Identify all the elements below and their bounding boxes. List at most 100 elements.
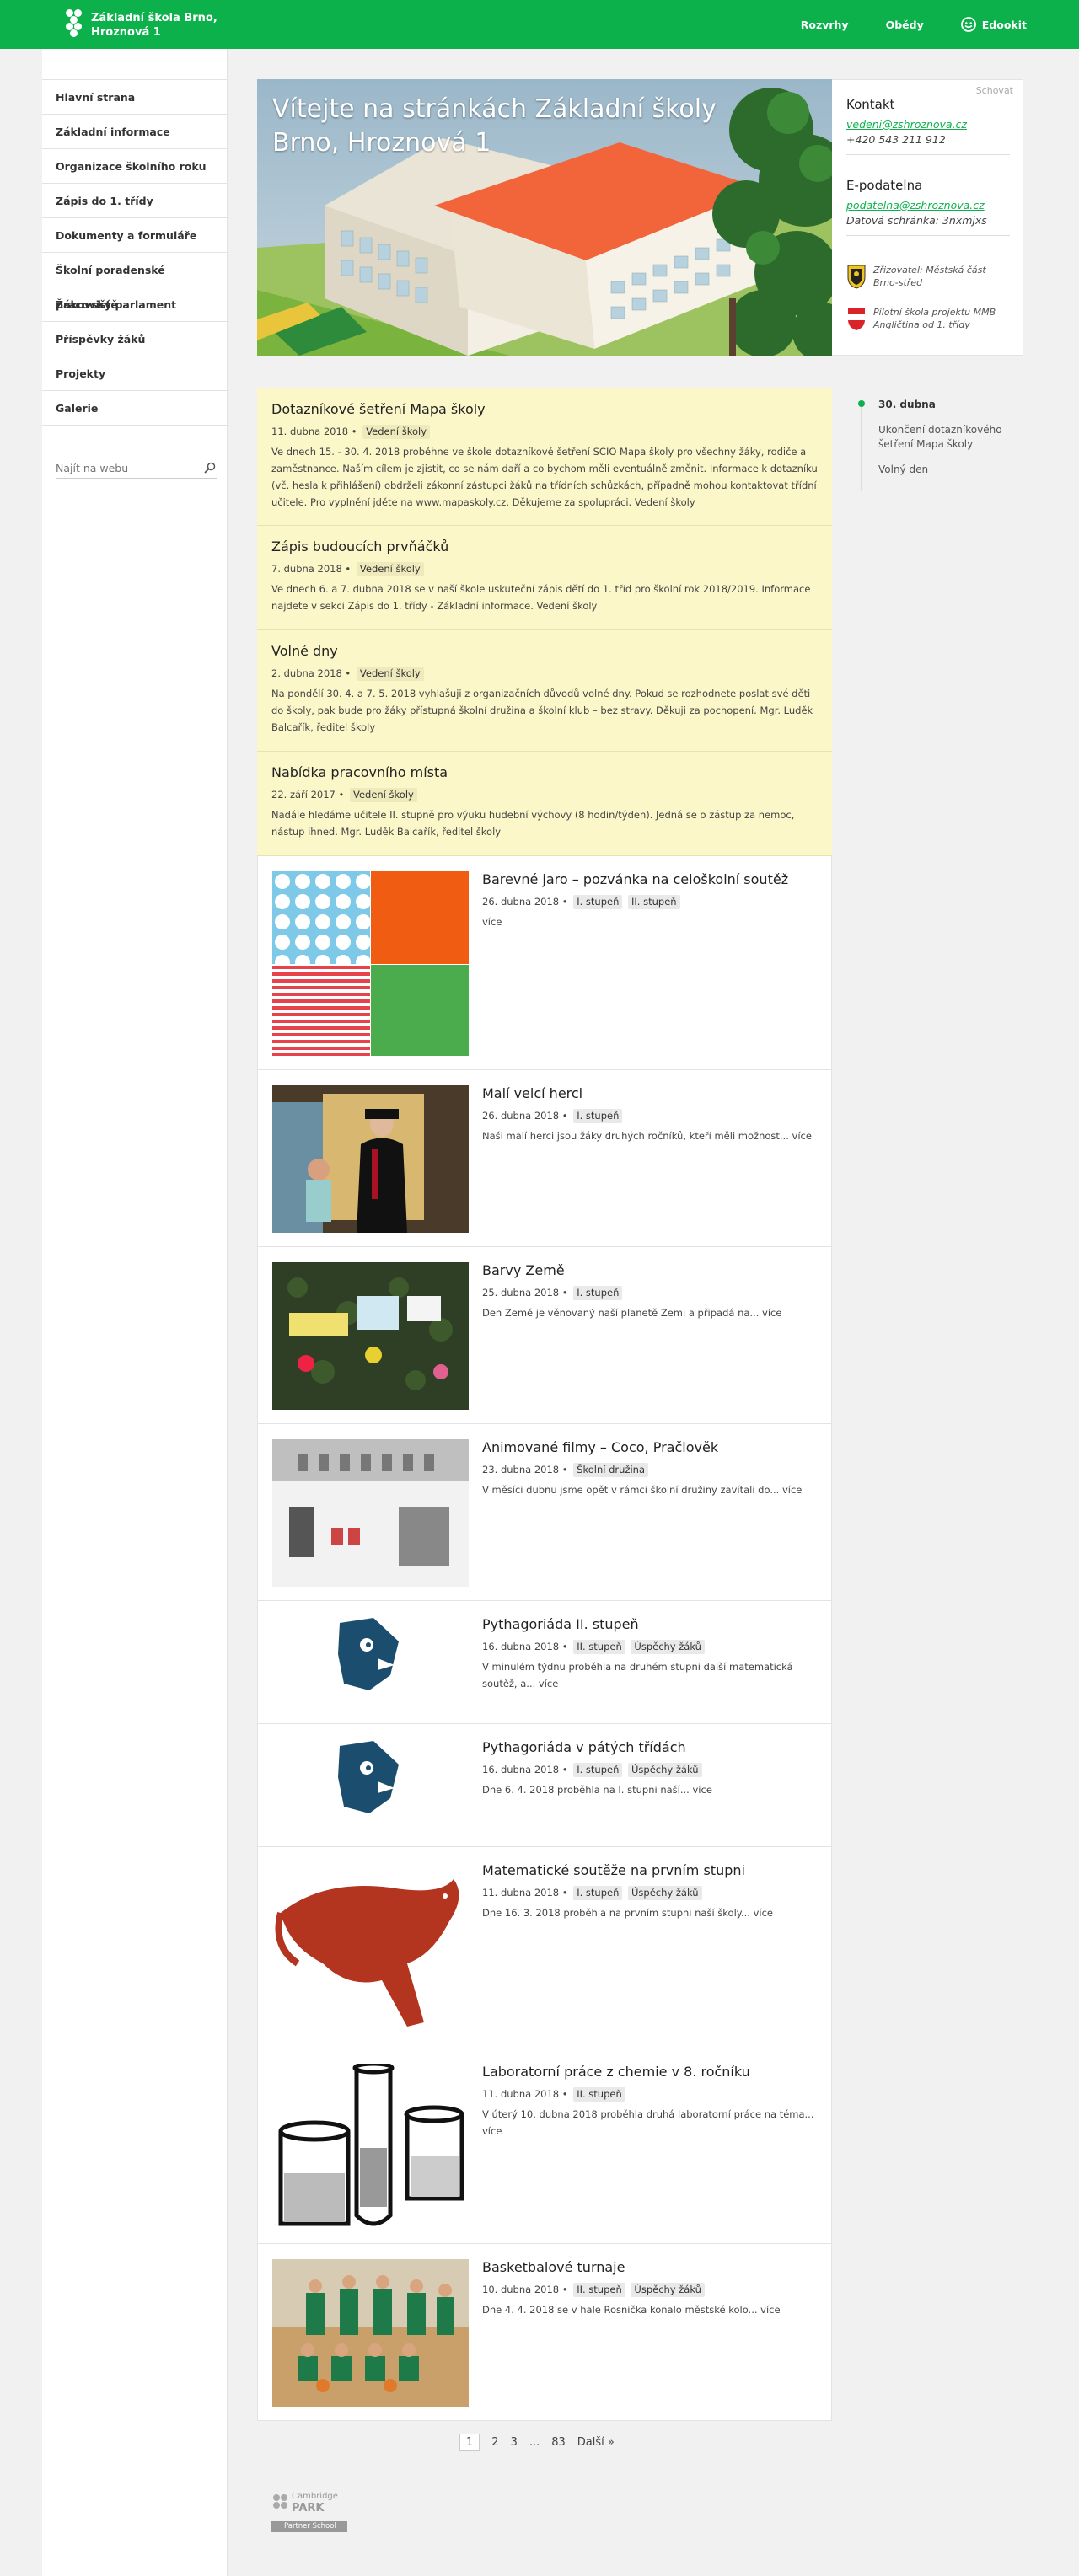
notice-tag[interactable]: Vedení školy	[356, 562, 424, 576]
theatre-photo-image[interactable]	[272, 1085, 469, 1236]
notice-title[interactable]: Dotazníkové šetření Mapa školy	[271, 401, 818, 417]
notice-tag[interactable]: Vedení školy	[356, 667, 424, 681]
article-tag[interactable]: I. stupeň	[573, 1763, 623, 1777]
article-excerpt[interactable]: Dne 4. 4. 2018 se v hale Rosnička konalo…	[482, 2301, 819, 2318]
polka-dot-collage-image[interactable]	[272, 871, 469, 1059]
article-tag[interactable]: Úspěchy žáků	[631, 2283, 705, 2297]
sidebar-item-organizace[interactable]: Organizace školního roku	[42, 149, 227, 184]
article-date: 11. dubna 2018	[482, 2088, 560, 2100]
hide-button[interactable]: Schovat	[976, 85, 1013, 96]
sidebar-item-zapis[interactable]: Zápis do 1. třídy	[42, 184, 227, 218]
notice-item[interactable]: Nabídka pracovního místa 22. září 2017 •…	[257, 752, 832, 856]
article-item[interactable]: Pythagoriáda II. stupeň 16. dubna 2018 •…	[257, 1601, 832, 1724]
article-excerpt[interactable]: Dne 16. 3. 2018 proběhla na prvním stupn…	[482, 1904, 819, 1921]
next-page-button[interactable]: Další »	[577, 2436, 615, 2449]
article-tag[interactable]: I. stupeň	[573, 895, 623, 909]
article-title[interactable]: Barevné jaro – pozvánka na celoškolní so…	[482, 871, 819, 887]
article-meta: 11. dubna 2018 • I. stupeň Úspěchy žáků	[482, 1886, 819, 1900]
page-2-button[interactable]: 2	[491, 2436, 498, 2449]
article-item[interactable]: Barvy Země 25. dubna 2018 • I. stupeň De…	[257, 1247, 832, 1424]
sidebar-item-poradenske[interactable]: Školní poradenské pracoviště	[42, 253, 227, 311]
article-excerpt[interactable]: V měsíci dubnu jsme opět v rámci školní …	[482, 1481, 819, 1498]
notice-title[interactable]: Zápis budoucích prvňáčků	[271, 538, 818, 554]
article-excerpt[interactable]: více	[482, 913, 819, 930]
article-tag[interactable]: Úspěchy žáků	[628, 1763, 702, 1777]
notice-tag[interactable]: Vedení školy	[349, 788, 417, 802]
notice-title[interactable]: Nabídka pracovního místa	[271, 764, 818, 780]
article-excerpt[interactable]: Den Země je věnovaný naší planetě Zemi a…	[482, 1304, 819, 1321]
article-body: Pythagoriáda II. stupeň 16. dubna 2018 •…	[482, 1616, 819, 1692]
article-tag[interactable]: II. stupeň	[573, 2087, 625, 2102]
timeline-event[interactable]: Ukončení dotazníkového šetření Mapa škol…	[878, 423, 1013, 452]
nav-rozvrhy[interactable]: Rozvrhy	[801, 19, 849, 31]
article-title[interactable]: Laboratorní práce z chemie v 8. ročníku	[482, 2064, 819, 2080]
pilot-school-badge[interactable]: Pilotní škola projektu MMB Angličtina od…	[846, 306, 1008, 331]
notice-item[interactable]: Zápis budoucích prvňáčků 7. dubna 2018 •…	[257, 526, 832, 630]
article-body: Pythagoriáda v pátých třídách 16. dubna …	[482, 1739, 819, 1798]
cambridge-park-logo[interactable]: Cambridge PARK Partner School	[271, 2492, 347, 2533]
notice-tag[interactable]: Vedení školy	[362, 425, 431, 439]
timeline-event[interactable]: Volný den	[878, 463, 1013, 477]
article-item[interactable]: Matematické soutěže na prvním stupni 11.…	[257, 1847, 832, 2048]
article-item[interactable]: Pythagoriáda v pátých třídách 16. dubna …	[257, 1724, 832, 1847]
lucerna-cinema-image[interactable]	[272, 1439, 469, 1590]
article-title[interactable]: Matematické soutěže na prvním stupni	[482, 1862, 819, 1878]
sidebar-item-parlament[interactable]: Žákovský parlament	[42, 287, 227, 322]
sidebar-item-galerie[interactable]: Galerie	[42, 391, 227, 426]
article-tag[interactable]: II. stupeň	[573, 2283, 625, 2297]
contact-email-link[interactable]: vedeni@zshroznova.cz	[846, 117, 1010, 132]
pythagoriada-logo-image[interactable]	[272, 1616, 469, 1714]
article-tag[interactable]: II. stupeň	[628, 895, 680, 909]
article-title[interactable]: Pythagoriáda II. stupeň	[482, 1616, 819, 1632]
article-title[interactable]: Malí velcí herci	[482, 1085, 819, 1101]
article-item[interactable]: Barevné jaro – pozvánka na celoškolní so…	[257, 856, 832, 1070]
article-tag[interactable]: I. stupeň	[573, 1286, 623, 1300]
notice-item[interactable]: Dotazníkové šetření Mapa školy 11. dubna…	[257, 388, 832, 526]
nav-obedy-label: Obědy	[885, 18, 924, 31]
article-tag[interactable]: Úspěchy žáků	[631, 1640, 705, 1654]
article-excerpt[interactable]: V minulém týdnu proběhla na druhém stupn…	[482, 1658, 819, 1692]
article-tag[interactable]: II. stupeň	[573, 1640, 625, 1654]
article-tag[interactable]: Úspěchy žáků	[628, 1886, 702, 1900]
page-1-button[interactable]: 1	[459, 2434, 480, 2451]
sidebar-item-hlavni-strana[interactable]: Hlavní strana	[42, 80, 227, 115]
brno-shield-icon	[848, 308, 865, 330]
sidebar-item-dokumenty[interactable]: Dokumenty a formuláře	[42, 218, 227, 253]
article-item[interactable]: Malí velcí herci 26. dubna 2018 • I. stu…	[257, 1070, 832, 1247]
article-tag[interactable]: I. stupeň	[573, 1886, 623, 1900]
sidebar-item-projekty[interactable]: Projekty	[42, 356, 227, 391]
article-tag[interactable]: Školní družina	[573, 1463, 649, 1477]
article-excerpt[interactable]: Naši malí herci jsou žáky druhých ročník…	[482, 1127, 819, 1144]
article-item[interactable]: Laboratorní práce z chemie v 8. ročníku …	[257, 2048, 832, 2244]
notice-item[interactable]: Volné dny 2. dubna 2018 • Vedení školy N…	[257, 630, 832, 752]
search-icon[interactable]	[204, 462, 216, 474]
article-tag[interactable]: I. stupeň	[573, 1109, 623, 1123]
epodatelna-email-link[interactable]: podatelna@zshroznova.cz	[846, 198, 1010, 213]
site-brand[interactable]: Základní škola Brno, Hroznová 1	[91, 11, 217, 40]
zrizovatel-badge[interactable]: Zřizovatel: Městská část Brno-střed	[846, 264, 1008, 289]
basketball-team-image[interactable]	[272, 2259, 469, 2410]
article-date: 25. dubna 2018	[482, 1287, 560, 1299]
search-input[interactable]	[56, 458, 199, 477]
article-title[interactable]: Basketbalové turnaje	[482, 2259, 819, 2275]
article-item[interactable]: Animované filmy – Coco, Pračlověk 23. du…	[257, 1424, 832, 1601]
sidebar-item-zakladni-informace[interactable]: Základní informace	[42, 115, 227, 149]
earth-day-board-image[interactable]	[272, 1262, 469, 1413]
nav-obedy[interactable]: Obědy	[886, 19, 924, 31]
notice-title[interactable]: Volné dny	[271, 643, 818, 659]
lab-beakers-image[interactable]	[272, 2061, 469, 2236]
school-logo-icon[interactable]	[66, 9, 83, 39]
article-title[interactable]: Barvy Země	[482, 1262, 819, 1278]
article-title[interactable]: Pythagoriáda v pátých třídách	[482, 1739, 819, 1755]
page-83-button[interactable]: 83	[551, 2436, 566, 2449]
nav-edookit[interactable]: Edookit	[960, 17, 1027, 32]
sidebar-item-prispevky[interactable]: Příspěvky žáků	[42, 322, 227, 356]
article-excerpt[interactable]: Dne 6. 4. 2018 proběhla na I. stupni naš…	[482, 1781, 819, 1798]
pythagoriada-logo-image[interactable]	[272, 1739, 469, 1837]
article-title[interactable]: Animované filmy – Coco, Pračlověk	[482, 1439, 819, 1455]
page-3-button[interactable]: 3	[511, 2436, 518, 2449]
article-item[interactable]: Basketbalové turnaje 10. dubna 2018 • II…	[257, 2244, 832, 2421]
page-ellipsis: ...	[529, 2436, 540, 2449]
article-excerpt[interactable]: V úterý 10. dubna 2018 proběhla druhá la…	[482, 2106, 819, 2140]
math-kangaroo-image[interactable]	[272, 1862, 469, 2038]
